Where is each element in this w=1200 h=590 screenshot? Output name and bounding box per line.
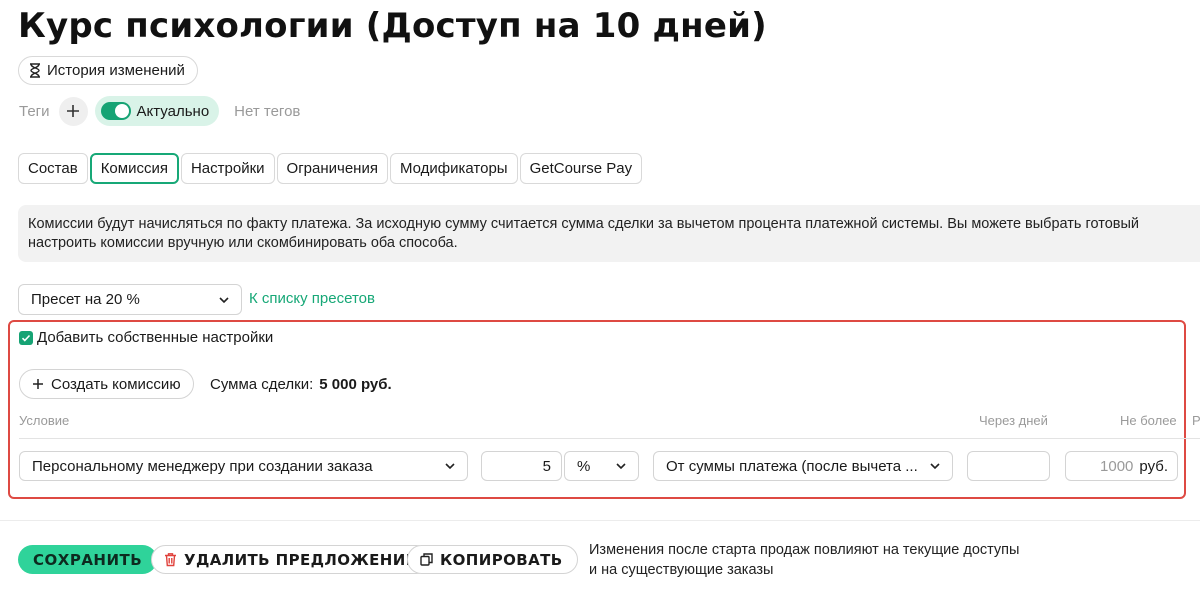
custom-settings-checkbox[interactable] xyxy=(19,330,33,345)
preset-select[interactable]: Пресет на 20 % xyxy=(18,284,242,315)
chevron-down-icon xyxy=(616,463,626,470)
no-tags-text: Нет тегов xyxy=(234,102,301,120)
info-line-1: Комиссии будут начисляться по факту плат… xyxy=(28,216,1139,232)
base-select-value: От суммы платежа (после вычета ... xyxy=(666,457,918,475)
amount-input-value: 5 xyxy=(542,457,551,475)
preset-select-value: Пресет на 20 % xyxy=(31,291,140,308)
tab-restrictions[interactable]: Ограничения xyxy=(276,153,388,184)
delete-offer-button[interactable]: УДАЛИТЬ ПРЕДЛОЖЕНИЕ xyxy=(151,545,432,574)
footer-notice-line-1: Изменения после старта продаж повлияют н… xyxy=(589,542,1020,558)
actual-label: Актуально xyxy=(136,102,210,120)
copy-icon xyxy=(420,553,433,566)
info-box: Комиссии будут начисляться по факту плат… xyxy=(18,205,1200,262)
plus-icon xyxy=(67,105,80,117)
actual-toggle[interactable]: Актуально xyxy=(94,96,220,126)
deal-sum-label: Сумма сделки: xyxy=(210,376,314,393)
amount-input[interactable]: 5 xyxy=(481,451,562,481)
delete-offer-label: УДАЛИТЬ ПРЕДЛОЖЕНИЕ xyxy=(184,550,417,569)
add-tag-button[interactable] xyxy=(58,96,88,126)
copy-button[interactable]: КОПИРОВАТЬ xyxy=(407,545,578,574)
base-select[interactable]: От суммы платежа (после вычета ... xyxy=(653,451,953,481)
table-divider xyxy=(19,438,1200,439)
hourglass-icon xyxy=(30,63,40,78)
custom-settings-label: Добавить собственные настройки xyxy=(37,329,274,346)
info-line-2: настроить комиссии вручную или скомбинир… xyxy=(28,235,458,251)
tab-composition[interactable]: Состав xyxy=(18,153,88,184)
plus-icon xyxy=(33,379,43,389)
toggle-switch[interactable] xyxy=(100,102,131,120)
history-button[interactable]: История изменений xyxy=(18,56,198,85)
tab-commission[interactable]: Комиссия xyxy=(89,153,179,184)
history-button-label: История изменений xyxy=(47,62,185,79)
chevron-down-icon xyxy=(445,463,455,470)
condition-select[interactable]: Персональному менеджеру при создании зак… xyxy=(19,451,468,481)
deal-sum: Сумма сделки: 5 000 руб. xyxy=(210,376,392,393)
max-input-suffix: руб. xyxy=(1139,457,1168,475)
custom-settings-row: Добавить собственные настройки xyxy=(19,329,273,346)
page-title: Курс психологии (Доступ на 10 дней) xyxy=(18,6,767,46)
create-commission-label: Создать комиссию xyxy=(51,375,181,393)
header-cut: Р xyxy=(1192,413,1200,428)
tab-settings[interactable]: Настройки xyxy=(180,153,275,184)
trash-icon xyxy=(165,553,176,567)
unit-select-value: % xyxy=(577,457,591,475)
copy-label: КОПИРОВАТЬ xyxy=(440,550,563,569)
chevron-down-icon xyxy=(219,296,229,303)
save-button[interactable]: СОХРАНИТЬ xyxy=(18,545,158,574)
check-icon xyxy=(21,334,31,342)
presets-list-link[interactable]: К списку пресетов xyxy=(249,290,375,307)
create-commission-button[interactable]: Создать комиссию xyxy=(19,369,194,399)
header-days: Через дней xyxy=(979,413,1048,428)
days-input[interactable] xyxy=(967,451,1050,481)
footer-notice-line-2: и на существующие заказы xyxy=(589,562,774,578)
deal-sum-value: 5 000 руб. xyxy=(319,376,392,393)
chevron-down-icon xyxy=(930,463,940,470)
unit-select[interactable]: % xyxy=(564,451,639,481)
condition-select-value: Персональному менеджеру при создании зак… xyxy=(32,457,373,475)
header-condition: Условие xyxy=(19,413,70,428)
tags-row: Теги Актуально Нет тегов xyxy=(19,96,300,126)
tags-label: Теги xyxy=(19,102,50,120)
tab-modifiers[interactable]: Модификаторы xyxy=(389,153,518,184)
max-input[interactable]: 1000 руб. xyxy=(1065,451,1178,481)
footer-notice: Изменения после старта продаж повлияют н… xyxy=(589,540,1019,580)
tab-bar: Состав Комиссия Настройки Ограничения Мо… xyxy=(18,153,643,184)
max-input-placeholder: 1000 xyxy=(1100,457,1134,475)
header-max: Не более xyxy=(1120,413,1177,428)
tab-getcourse-pay[interactable]: GetCourse Pay xyxy=(519,153,643,184)
